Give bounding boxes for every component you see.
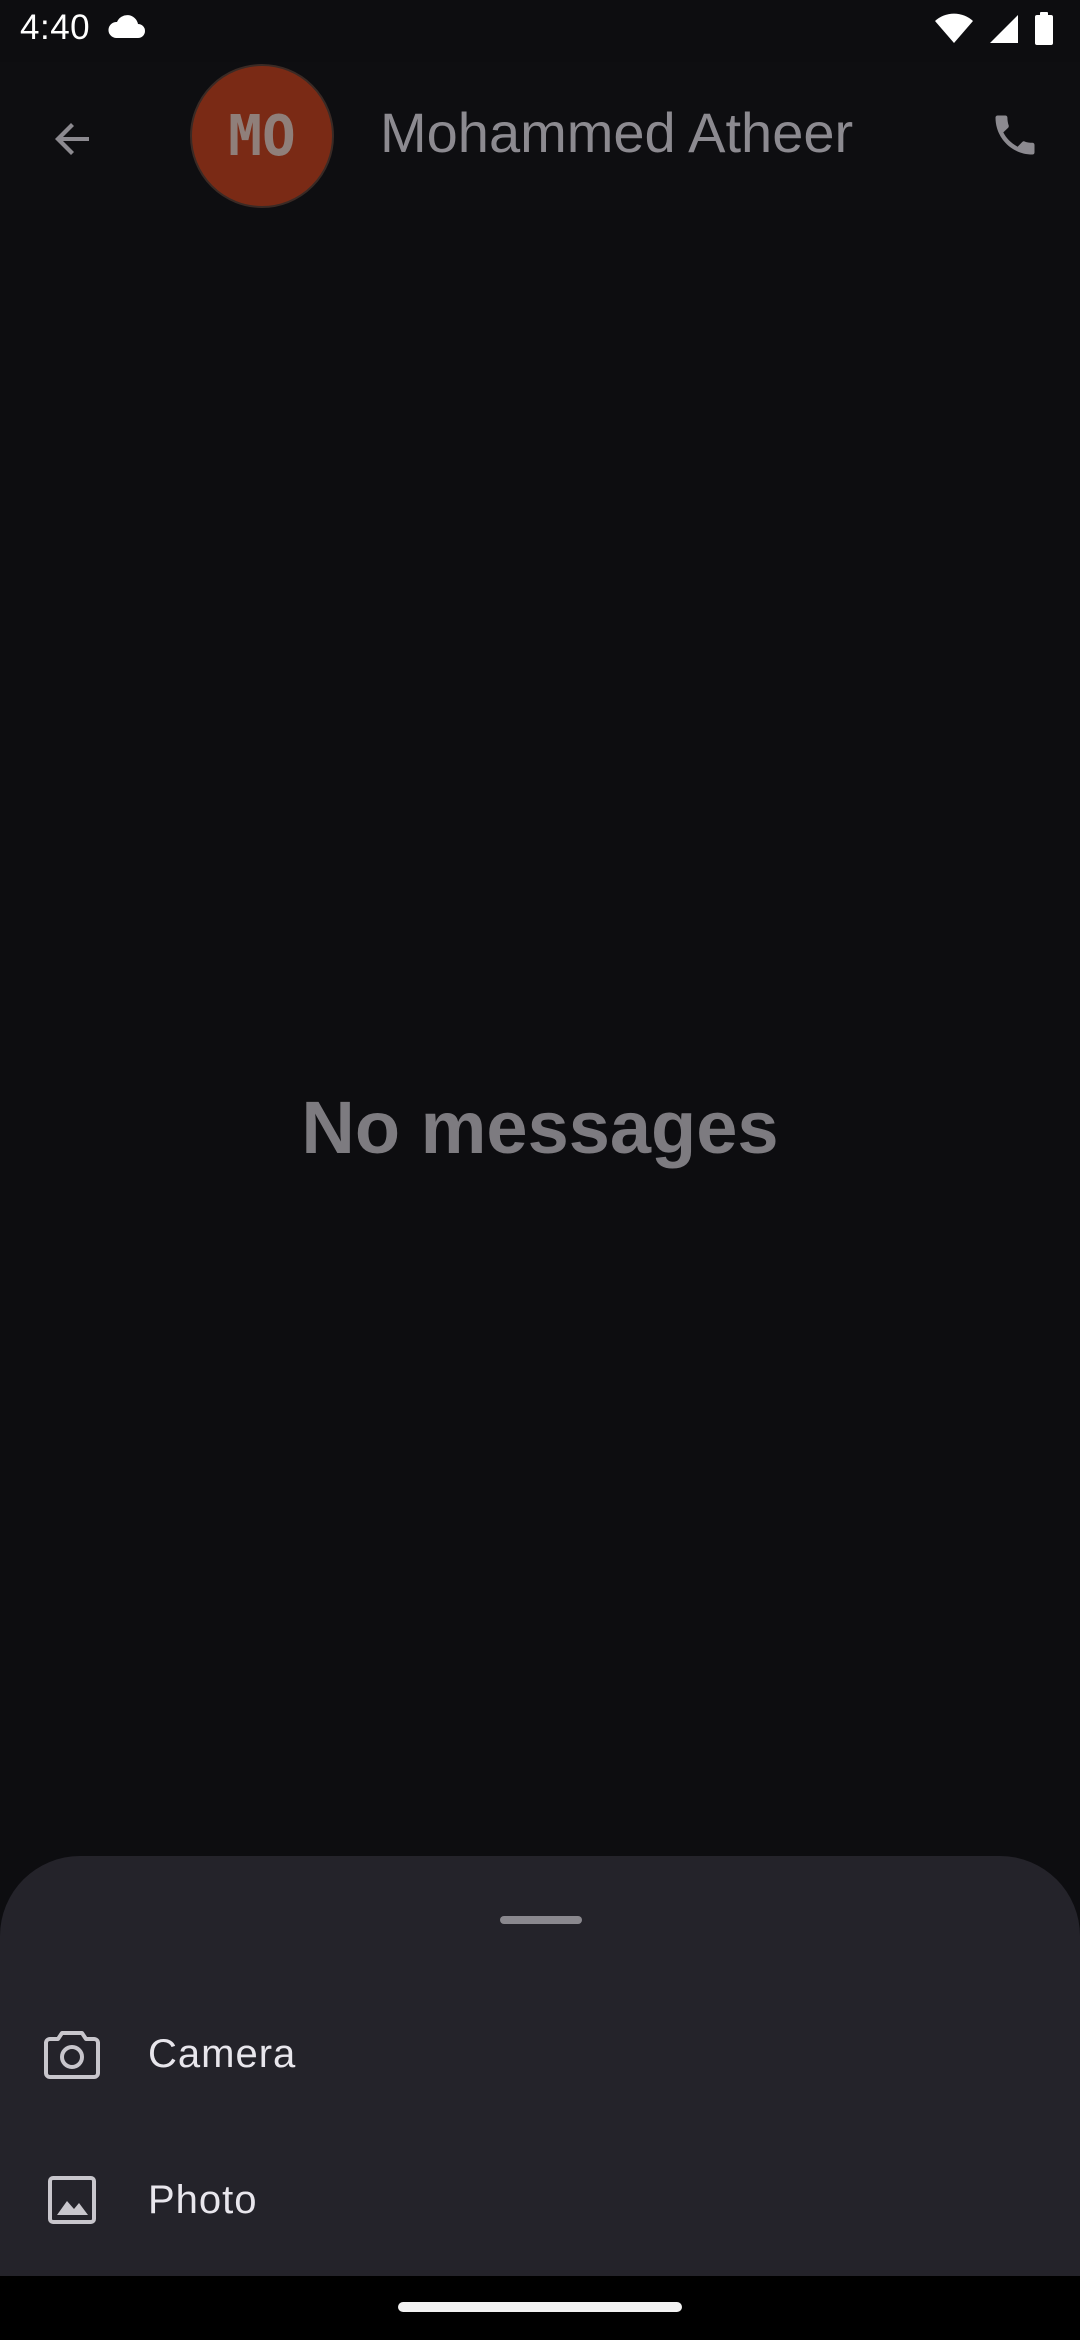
navigation-bar	[0, 2276, 1080, 2340]
signal-icon	[988, 13, 1020, 50]
status-bar: 4:40	[0, 0, 1080, 62]
image-icon	[42, 2170, 102, 2230]
attachment-bottom-sheet: Camera Photo	[0, 1856, 1080, 2276]
status-icons	[934, 12, 1054, 51]
drag-handle[interactable]	[500, 1916, 582, 1924]
wifi-icon	[934, 13, 974, 50]
camera-option-label: Camera	[148, 2031, 297, 2076]
cloud-icon	[106, 14, 146, 45]
battery-icon	[1034, 12, 1054, 51]
camera-icon	[42, 2024, 102, 2084]
status-time: 4:40	[20, 8, 91, 47]
photo-option[interactable]: Photo	[0, 2130, 1080, 2270]
home-gesture-handle[interactable]	[398, 2302, 682, 2312]
photo-option-label: Photo	[148, 2177, 258, 2222]
camera-option[interactable]: Camera	[0, 1984, 1080, 2124]
